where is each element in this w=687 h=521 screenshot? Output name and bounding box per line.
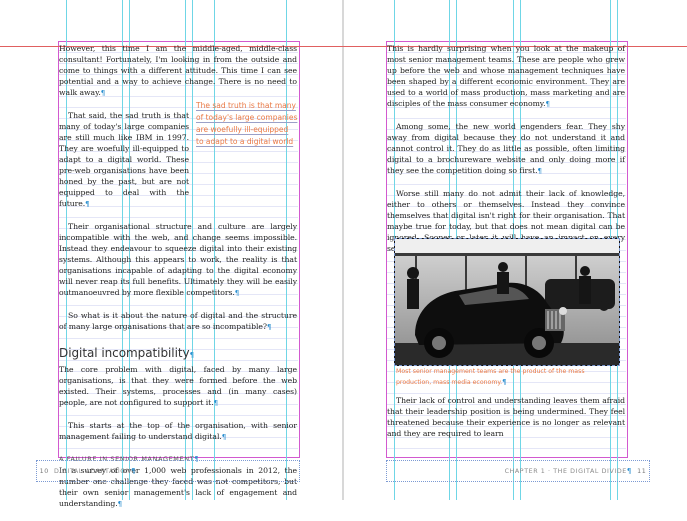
right-text-frame[interactable]: This is hardly surprising when you look …	[387, 43, 625, 266]
pull-quote[interactable]: The sad truth is that many of today's la…	[196, 100, 300, 148]
pull-quote-line: to adapt to a digital world	[196, 137, 294, 146]
running-footer-title: DIGITAL ADAPTATION	[54, 468, 132, 475]
page-number: 10	[39, 468, 49, 475]
paragraph: However, this time I am the middle-aged,…	[59, 44, 297, 97]
paragraph: This is hardly surprising when you look …	[387, 44, 625, 108]
vintage-car-photo[interactable]	[394, 238, 620, 366]
pull-quote-line: of today's large companies	[196, 113, 298, 122]
photo-caption: Most senior management teams are the pro…	[396, 368, 585, 386]
page-number: 11	[637, 468, 647, 475]
paragraph: Their lack of control and understanding …	[387, 396, 625, 438]
document-spread: However, this time I am the middle-aged,…	[0, 0, 687, 508]
paragraph: So what is it about the nature of digita…	[59, 311, 297, 331]
paragraph: This starts at the top of the organisati…	[59, 421, 297, 441]
section-heading: Digital incompatibility¶	[59, 346, 194, 360]
pull-quote-line: are woefully ill-equipped	[196, 125, 289, 134]
paragraph: That said, the sad truth is that many of…	[59, 111, 189, 208]
right-text-frame-lower[interactable]: Their lack of control and understanding …	[387, 395, 625, 450]
photo-illustration	[395, 239, 619, 365]
paragraph: Their organisational structure and cultu…	[59, 222, 297, 297]
right-footer[interactable]: CHAPTER 1 · THE DIGITAL DIVIDE¶ 11	[386, 460, 650, 482]
paragraph: Among some, the new world engenders fear…	[387, 122, 625, 175]
pull-quote-line: The sad truth is that many	[196, 101, 296, 110]
running-footer-title: CHAPTER 1 · THE DIGITAL DIVIDE	[504, 468, 627, 475]
paragraph: The core problem with digital, faced by …	[59, 365, 297, 407]
left-footer[interactable]: 10 DIGITAL ADAPTATION¶	[36, 460, 300, 482]
spine-gutter	[342, 0, 344, 500]
